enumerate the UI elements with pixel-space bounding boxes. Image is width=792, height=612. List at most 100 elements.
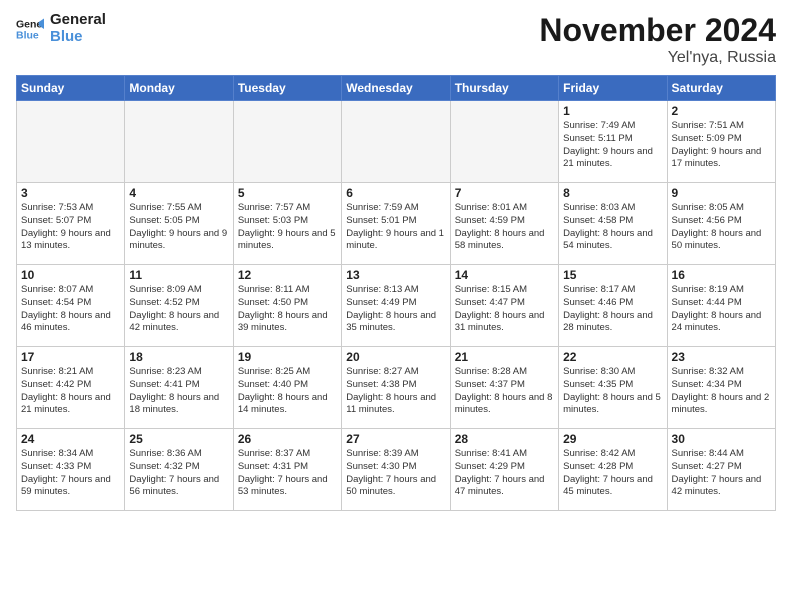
logo-text-blue: Blue <box>50 29 106 46</box>
day-info: Sunrise: 7:59 AM Sunset: 5:01 PM Dayligh… <box>346 202 445 253</box>
day-info: Sunrise: 8:23 AM Sunset: 4:41 PM Dayligh… <box>129 366 228 417</box>
day-info: Sunrise: 8:44 AM Sunset: 4:27 PM Dayligh… <box>672 448 771 499</box>
day-info: Sunrise: 8:15 AM Sunset: 4:47 PM Dayligh… <box>455 284 554 335</box>
day-info: Sunrise: 8:11 AM Sunset: 4:50 PM Dayligh… <box>238 284 337 335</box>
day-info: Sunrise: 8:19 AM Sunset: 4:44 PM Dayligh… <box>672 284 771 335</box>
day-info: Sunrise: 8:42 AM Sunset: 4:28 PM Dayligh… <box>563 448 662 499</box>
day-info: Sunrise: 8:05 AM Sunset: 4:56 PM Dayligh… <box>672 202 771 253</box>
day-number: 18 <box>129 350 228 364</box>
calendar-cell-3-3: 20 Sunrise: 8:27 AM Sunset: 4:38 PM Dayli… <box>342 347 450 429</box>
header-saturday: Saturday <box>667 76 775 101</box>
day-number: 5 <box>238 186 337 200</box>
calendar-cell-4-6: 30 Sunrise: 8:44 AM Sunset: 4:27 PM Dayli… <box>667 429 775 511</box>
calendar-cell-0-1 <box>125 101 233 183</box>
calendar-cell-2-2: 12 Sunrise: 8:11 AM Sunset: 4:50 PM Dayli… <box>233 265 341 347</box>
day-number: 23 <box>672 350 771 364</box>
day-number: 27 <box>346 432 445 446</box>
calendar-cell-3-5: 22 Sunrise: 8:30 AM Sunset: 4:35 PM Dayli… <box>559 347 667 429</box>
calendar-cell-1-2: 5 Sunrise: 7:57 AM Sunset: 5:03 PM Daylig… <box>233 183 341 265</box>
day-number: 24 <box>21 432 120 446</box>
day-info: Sunrise: 8:17 AM Sunset: 4:46 PM Dayligh… <box>563 284 662 335</box>
header-friday: Friday <box>559 76 667 101</box>
calendar-cell-2-4: 14 Sunrise: 8:15 AM Sunset: 4:47 PM Dayli… <box>450 265 558 347</box>
day-number: 20 <box>346 350 445 364</box>
calendar-cell-4-5: 29 Sunrise: 8:42 AM Sunset: 4:28 PM Dayli… <box>559 429 667 511</box>
day-number: 21 <box>455 350 554 364</box>
day-info: Sunrise: 7:51 AM Sunset: 5:09 PM Dayligh… <box>672 120 771 171</box>
calendar-cell-4-4: 28 Sunrise: 8:41 AM Sunset: 4:29 PM Dayli… <box>450 429 558 511</box>
day-info: Sunrise: 8:01 AM Sunset: 4:59 PM Dayligh… <box>455 202 554 253</box>
calendar-cell-3-1: 18 Sunrise: 8:23 AM Sunset: 4:41 PM Dayli… <box>125 347 233 429</box>
day-number: 15 <box>563 268 662 282</box>
calendar-cell-4-3: 27Sunrise: 8:39 AM Sunset: 4:30 PM Dayli… <box>342 429 450 511</box>
day-number: 6 <box>346 186 445 200</box>
week-row-2: 3 Sunrise: 7:53 AM Sunset: 5:07 PM Daylig… <box>17 183 776 265</box>
calendar-cell-0-4 <box>450 101 558 183</box>
day-number: 14 <box>455 268 554 282</box>
day-info: Sunrise: 8:21 AM Sunset: 4:42 PM Dayligh… <box>21 366 120 417</box>
day-number: 1 <box>563 104 662 118</box>
day-number: 19 <box>238 350 337 364</box>
weekday-header-row: Sunday Monday Tuesday Wednesday Thursday… <box>17 76 776 101</box>
day-info: Sunrise: 8:03 AM Sunset: 4:58 PM Dayligh… <box>563 202 662 253</box>
day-info: Sunrise: 8:36 AM Sunset: 4:32 PM Dayligh… <box>129 448 228 499</box>
calendar-cell-2-5: 15 Sunrise: 8:17 AM Sunset: 4:46 PM Dayli… <box>559 265 667 347</box>
calendar-cell-4-1: 25 Sunrise: 8:36 AM Sunset: 4:32 PM Dayli… <box>125 429 233 511</box>
day-info: Sunrise: 8:07 AM Sunset: 4:54 PM Dayligh… <box>21 284 120 335</box>
day-number: 11 <box>129 268 228 282</box>
day-info: Sunrise: 8:13 AM Sunset: 4:49 PM Dayligh… <box>346 284 445 335</box>
day-number: 16 <box>672 268 771 282</box>
week-row-5: 24 Sunrise: 8:34 AM Sunset: 4:33 PM Dayli… <box>17 429 776 511</box>
day-number: 28 <box>455 432 554 446</box>
day-number: 29 <box>563 432 662 446</box>
calendar-cell-3-6: 23 Sunrise: 8:32 AM Sunset: 4:34 PM Dayli… <box>667 347 775 429</box>
logo-icon: General Blue <box>16 15 44 43</box>
day-number: 2 <box>672 104 771 118</box>
day-number: 26 <box>238 432 337 446</box>
week-row-1: 1 Sunrise: 7:49 AM Sunset: 5:11 PM Daylig… <box>17 101 776 183</box>
calendar-cell-1-1: 4 Sunrise: 7:55 AM Sunset: 5:05 PM Daylig… <box>125 183 233 265</box>
calendar-cell-2-0: 10 Sunrise: 8:07 AM Sunset: 4:54 PM Dayli… <box>17 265 125 347</box>
calendar-cell-1-4: 7 Sunrise: 8:01 AM Sunset: 4:59 PM Daylig… <box>450 183 558 265</box>
calendar-cell-2-6: 16 Sunrise: 8:19 AM Sunset: 4:44 PM Dayli… <box>667 265 775 347</box>
calendar-cell-4-0: 24 Sunrise: 8:34 AM Sunset: 4:33 PM Dayli… <box>17 429 125 511</box>
day-number: 22 <box>563 350 662 364</box>
day-info: Sunrise: 8:30 AM Sunset: 4:35 PM Dayligh… <box>563 366 662 417</box>
day-info: Sunrise: 8:25 AM Sunset: 4:40 PM Dayligh… <box>238 366 337 417</box>
day-info: Sunrise: 7:55 AM Sunset: 5:05 PM Dayligh… <box>129 202 228 253</box>
day-number: 7 <box>455 186 554 200</box>
day-info: Sunrise: 8:41 AM Sunset: 4:29 PM Dayligh… <box>455 448 554 499</box>
day-number: 3 <box>21 186 120 200</box>
day-info: Sunrise: 8:37 AM Sunset: 4:31 PM Dayligh… <box>238 448 337 499</box>
calendar-cell-1-3: 6 Sunrise: 7:59 AM Sunset: 5:01 PM Daylig… <box>342 183 450 265</box>
calendar-cell-4-2: 26 Sunrise: 8:37 AM Sunset: 4:31 PM Dayli… <box>233 429 341 511</box>
day-number: 30 <box>672 432 771 446</box>
calendar-cell-1-6: 9 Sunrise: 8:05 AM Sunset: 4:56 PM Daylig… <box>667 183 775 265</box>
calendar-cell-3-2: 19 Sunrise: 8:25 AM Sunset: 4:40 PM Dayli… <box>233 347 341 429</box>
day-number: 9 <box>672 186 771 200</box>
title-block: November 2024 Yel'nya, Russia <box>539 12 776 67</box>
calendar-cell-2-1: 11Sunrise: 8:09 AM Sunset: 4:52 PM Dayli… <box>125 265 233 347</box>
calendar-cell-3-0: 17Sunrise: 8:21 AM Sunset: 4:42 PM Dayli… <box>17 347 125 429</box>
day-number: 12 <box>238 268 337 282</box>
day-number: 8 <box>563 186 662 200</box>
day-number: 13 <box>346 268 445 282</box>
day-number: 10 <box>21 268 120 282</box>
calendar-cell-1-5: 8 Sunrise: 8:03 AM Sunset: 4:58 PM Daylig… <box>559 183 667 265</box>
header-tuesday: Tuesday <box>233 76 341 101</box>
day-info: Sunrise: 7:49 AM Sunset: 5:11 PM Dayligh… <box>563 120 662 171</box>
day-info: Sunrise: 8:32 AM Sunset: 4:34 PM Dayligh… <box>672 366 771 417</box>
day-number: 25 <box>129 432 228 446</box>
calendar-cell-0-6: 2 Sunrise: 7:51 AM Sunset: 5:09 PM Daylig… <box>667 101 775 183</box>
day-info: Sunrise: 7:57 AM Sunset: 5:03 PM Dayligh… <box>238 202 337 253</box>
logo: General Blue General Blue <box>16 12 106 45</box>
header-wednesday: Wednesday <box>342 76 450 101</box>
svg-text:Blue: Blue <box>16 29 39 41</box>
day-info: Sunrise: 7:53 AM Sunset: 5:07 PM Dayligh… <box>21 202 120 253</box>
day-info: Sunrise: 8:27 AM Sunset: 4:38 PM Dayligh… <box>346 366 445 417</box>
calendar-cell-1-0: 3 Sunrise: 7:53 AM Sunset: 5:07 PM Daylig… <box>17 183 125 265</box>
subtitle: Yel'nya, Russia <box>539 49 776 67</box>
day-number: 4 <box>129 186 228 200</box>
header-monday: Monday <box>125 76 233 101</box>
day-info: Sunrise: 8:34 AM Sunset: 4:33 PM Dayligh… <box>21 448 120 499</box>
